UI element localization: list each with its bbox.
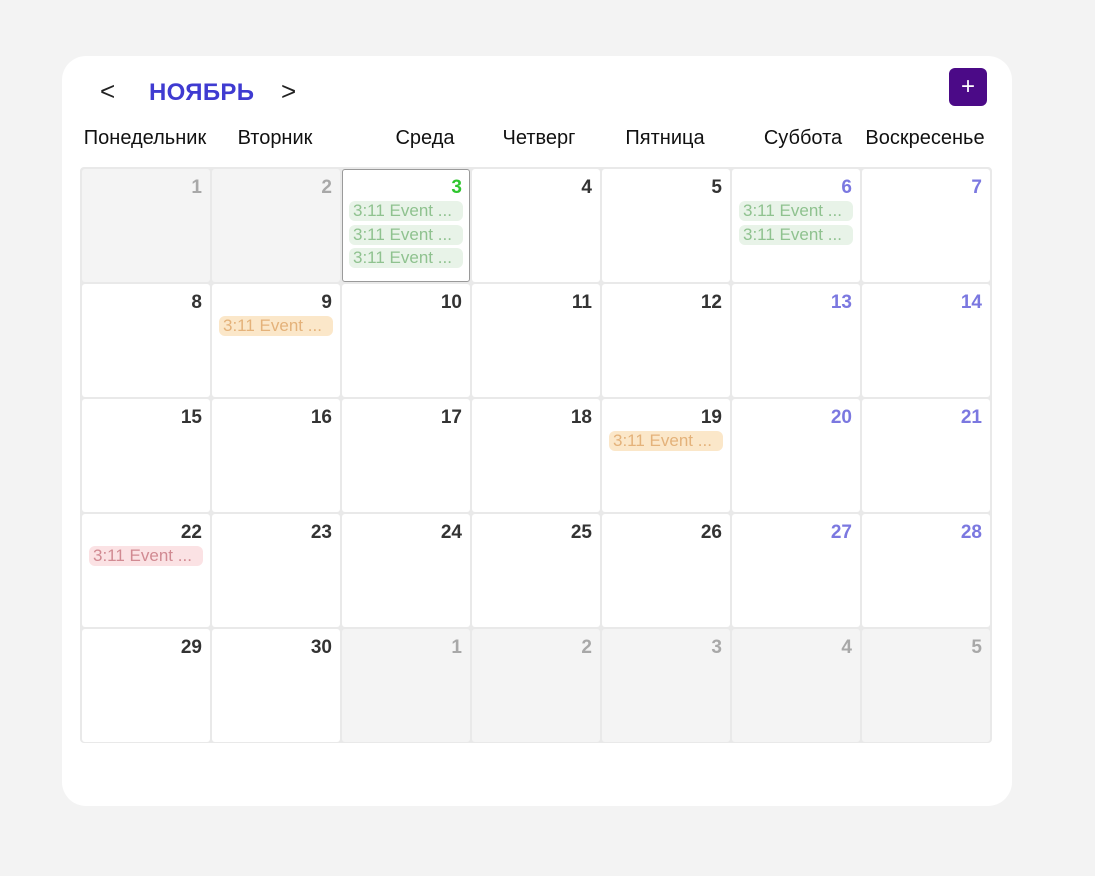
day-number: 30 xyxy=(310,637,332,658)
day-cell[interactable]: 8 xyxy=(82,284,210,397)
next-month-button[interactable]: > xyxy=(281,76,296,106)
day-number: 4 xyxy=(581,177,592,198)
day-number: 25 xyxy=(570,522,592,543)
day-cell[interactable]: 12 xyxy=(602,284,730,397)
weekday-thursday: Четверг xyxy=(502,127,576,149)
day-cell[interactable]: 10 xyxy=(342,284,470,397)
day-cell[interactable]: 25 xyxy=(472,514,600,627)
day-cell[interactable]: 30 xyxy=(212,629,340,742)
day-cell[interactable]: 2 xyxy=(212,169,340,282)
day-cell[interactable]: 1 xyxy=(82,169,210,282)
day-number: 16 xyxy=(310,407,332,428)
event-chip[interactable]: 3:11 Event ... xyxy=(349,201,463,221)
day-cell[interactable]: 16 xyxy=(212,399,340,512)
day-number: 26 xyxy=(700,522,722,543)
calendar-card: < НОЯБРЬ > + Понедельник Вторник Среда Ч… xyxy=(62,56,1012,806)
event-chip[interactable]: 3:11 Event ... xyxy=(739,201,853,221)
day-cell[interactable]: 9 3:11 Event ... xyxy=(212,284,340,397)
day-cell[interactable]: 21 xyxy=(862,399,990,512)
day-cell[interactable]: 14 xyxy=(862,284,990,397)
day-number: 5 xyxy=(711,177,722,198)
day-cell[interactable]: 20 xyxy=(732,399,860,512)
event-list: 3:11 Event ... xyxy=(219,316,333,340)
event-list: 3:11 Event ... xyxy=(89,546,203,570)
day-number: 1 xyxy=(191,177,202,198)
day-cell[interactable]: 5 xyxy=(862,629,990,742)
day-number: 2 xyxy=(321,177,332,198)
day-number: 7 xyxy=(971,177,982,198)
event-chip[interactable]: 3:11 Event ... xyxy=(739,224,853,245)
day-cell[interactable]: 17 xyxy=(342,399,470,512)
day-cell[interactable]: 4 xyxy=(472,169,600,282)
weekday-saturday: Суббота xyxy=(763,127,843,149)
day-number: 17 xyxy=(440,407,462,428)
day-number: 8 xyxy=(191,292,202,313)
day-number: 6 xyxy=(841,177,852,198)
day-cell[interactable]: 27 xyxy=(732,514,860,627)
day-number: 5 xyxy=(971,637,982,658)
day-cell[interactable]: 1 xyxy=(342,629,470,742)
day-number: 28 xyxy=(960,522,982,543)
day-cell[interactable]: 11 xyxy=(472,284,600,397)
day-cell[interactable]: 5 xyxy=(602,169,730,282)
day-cell[interactable]: 15 xyxy=(82,399,210,512)
day-cell[interactable]: 7 xyxy=(862,169,990,282)
add-event-button[interactable]: + xyxy=(949,68,987,106)
day-number: 10 xyxy=(440,292,462,313)
event-chip[interactable]: 3:11 Event ... xyxy=(219,316,333,336)
event-chip[interactable]: 3:11 Event ... xyxy=(89,546,203,566)
day-number: 2 xyxy=(581,637,592,658)
day-cell[interactable]: 19 3:11 Event ... xyxy=(602,399,730,512)
day-number: 18 xyxy=(570,407,592,428)
day-number: 1 xyxy=(451,637,462,658)
prev-month-button[interactable]: < xyxy=(100,76,115,106)
day-cell[interactable]: 28 xyxy=(862,514,990,627)
weekday-monday: Понедельник xyxy=(83,127,207,149)
day-number: 3 xyxy=(451,177,462,198)
day-number: 3 xyxy=(711,637,722,658)
day-cell-today[interactable]: 3 3:11 Event ... 3:11 Event ... 3:11 Event … xyxy=(342,169,470,282)
day-number: 23 xyxy=(310,522,332,543)
day-number: 11 xyxy=(571,292,592,313)
day-number: 22 xyxy=(180,522,202,543)
day-number: 21 xyxy=(960,407,982,428)
event-list: 3:11 Event ... 3:11 Event ... xyxy=(739,201,853,248)
event-chip[interactable]: 3:11 Event ... xyxy=(349,248,463,268)
event-chip[interactable]: 3:11 Event ... xyxy=(349,224,463,245)
weekday-friday: Пятница xyxy=(625,127,705,149)
day-number: 20 xyxy=(830,407,852,428)
day-number: 24 xyxy=(440,522,462,543)
day-cell[interactable]: 4 xyxy=(732,629,860,742)
day-cell[interactable]: 3 xyxy=(602,629,730,742)
day-number: 19 xyxy=(700,407,722,428)
weekday-header: Понедельник Вторник Среда Четверг Пятниц… xyxy=(80,127,992,151)
day-cell[interactable]: 24 xyxy=(342,514,470,627)
event-chip[interactable]: 3:11 Event ... xyxy=(609,431,723,451)
weekday-sunday: Воскресенье xyxy=(865,127,985,149)
day-number: 14 xyxy=(960,292,982,313)
weekday-tuesday: Вторник xyxy=(237,127,313,149)
day-cell[interactable]: 18 xyxy=(472,399,600,512)
day-number: 15 xyxy=(180,407,202,428)
day-cell[interactable]: 23 xyxy=(212,514,340,627)
day-number: 9 xyxy=(321,292,332,313)
event-list: 3:11 Event ... xyxy=(609,431,723,455)
day-number: 4 xyxy=(841,637,852,658)
day-cell[interactable]: 29 xyxy=(82,629,210,742)
day-cell[interactable]: 26 xyxy=(602,514,730,627)
day-cell[interactable]: 22 3:11 Event ... xyxy=(82,514,210,627)
day-number: 27 xyxy=(830,522,852,543)
event-list: 3:11 Event ... 3:11 Event ... 3:11 Event .… xyxy=(349,201,463,272)
day-number: 13 xyxy=(830,292,852,313)
day-cell[interactable]: 6 3:11 Event ... 3:11 Event ... xyxy=(732,169,860,282)
day-cell[interactable]: 2 xyxy=(472,629,600,742)
day-number: 29 xyxy=(180,637,202,658)
day-number: 12 xyxy=(700,292,722,313)
weekday-wednesday: Среда xyxy=(395,127,455,149)
day-cell[interactable]: 13 xyxy=(732,284,860,397)
month-grid: 1 2 3 3:11 Event ... 3:11 Event ... 3:11 Even… xyxy=(80,167,992,743)
month-title: НОЯБРЬ xyxy=(149,79,255,106)
